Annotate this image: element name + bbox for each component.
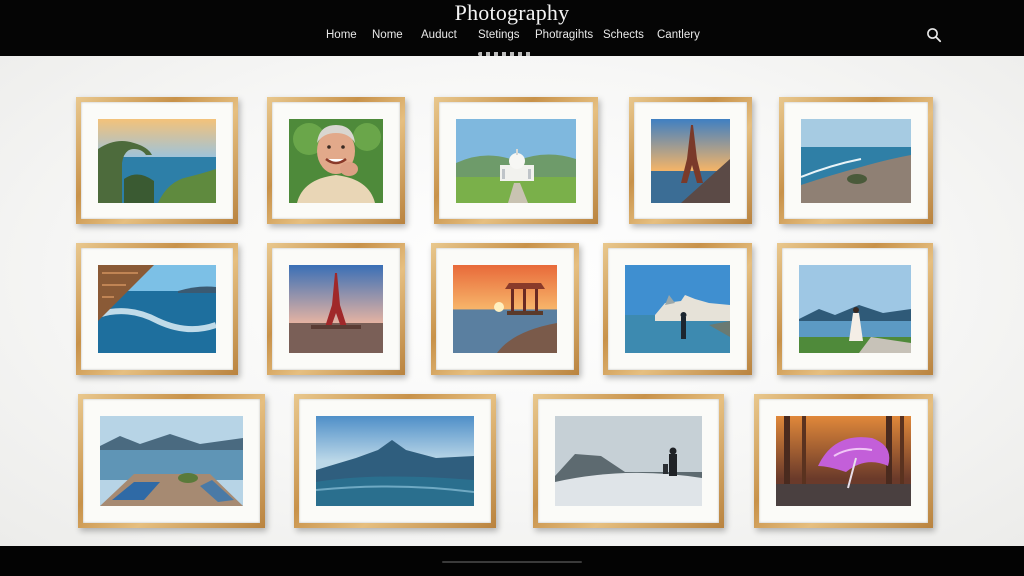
boats-dock-mountains-icon xyxy=(100,416,243,506)
person-on-snowy-hill-icon xyxy=(555,416,702,506)
white-domed-palace-icon xyxy=(456,119,576,203)
search-icon[interactable] xyxy=(926,27,942,43)
gallery-frame[interactable] xyxy=(754,394,933,528)
gallery-frame[interactable] xyxy=(294,394,496,528)
nav-item-auduct[interactable]: Auduct xyxy=(421,28,457,42)
gallery-frame[interactable] xyxy=(533,394,724,528)
gallery-frame[interactable] xyxy=(777,243,933,375)
misty-mountain-lake-icon xyxy=(316,416,474,506)
rocky-pier-ocean-icon xyxy=(801,119,911,203)
sea-arch-coast-icon xyxy=(98,119,216,203)
nav-item-cantlery[interactable]: Cantlery xyxy=(657,28,700,42)
gallery-frame[interactable] xyxy=(76,243,238,375)
gallery-wall xyxy=(0,56,1024,546)
nav-item-home[interactable]: Home xyxy=(326,28,357,42)
eiffel-tower-sunset-icon xyxy=(651,119,730,203)
gallery-frame[interactable] xyxy=(779,97,933,224)
gallery-frame[interactable] xyxy=(434,97,598,224)
bridge-ocean-waves-icon xyxy=(98,265,216,353)
site-title[interactable]: Photography xyxy=(0,0,1024,26)
nav-item-photragihts[interactable]: Photragihts xyxy=(535,28,593,42)
gallery-frame[interactable] xyxy=(267,97,405,224)
main-nav: Home Nome Auduct Stetings Photragihts Sc… xyxy=(0,28,1024,44)
gallery-frame[interactable] xyxy=(78,394,265,528)
nav-item-nome[interactable]: Nome xyxy=(372,28,403,42)
gallery-frame[interactable] xyxy=(603,243,752,375)
scroll-indicator[interactable] xyxy=(442,561,582,563)
gallery-frame[interactable] xyxy=(431,243,579,375)
gallery-frame[interactable] xyxy=(76,97,238,224)
nav-item-schects[interactable]: Schects xyxy=(603,28,644,42)
gallery-frame[interactable] xyxy=(629,97,752,224)
bottom-bar xyxy=(0,546,1024,576)
gallery-frame[interactable] xyxy=(267,243,405,375)
top-navigation-bar: Photography Home Nome Auduct Stetings Ph… xyxy=(0,0,1024,56)
woman-by-lake-icon xyxy=(799,265,911,353)
lakeside-city-walker-icon xyxy=(625,265,730,353)
smiling-man-portrait-icon xyxy=(289,119,383,203)
purple-umbrella-forest-icon xyxy=(776,416,911,506)
eiffel-tower-dusk-icon xyxy=(289,265,383,353)
pavilion-sunset-shore-icon xyxy=(453,265,557,353)
nav-item-stetings[interactable]: Stetings xyxy=(478,28,520,42)
